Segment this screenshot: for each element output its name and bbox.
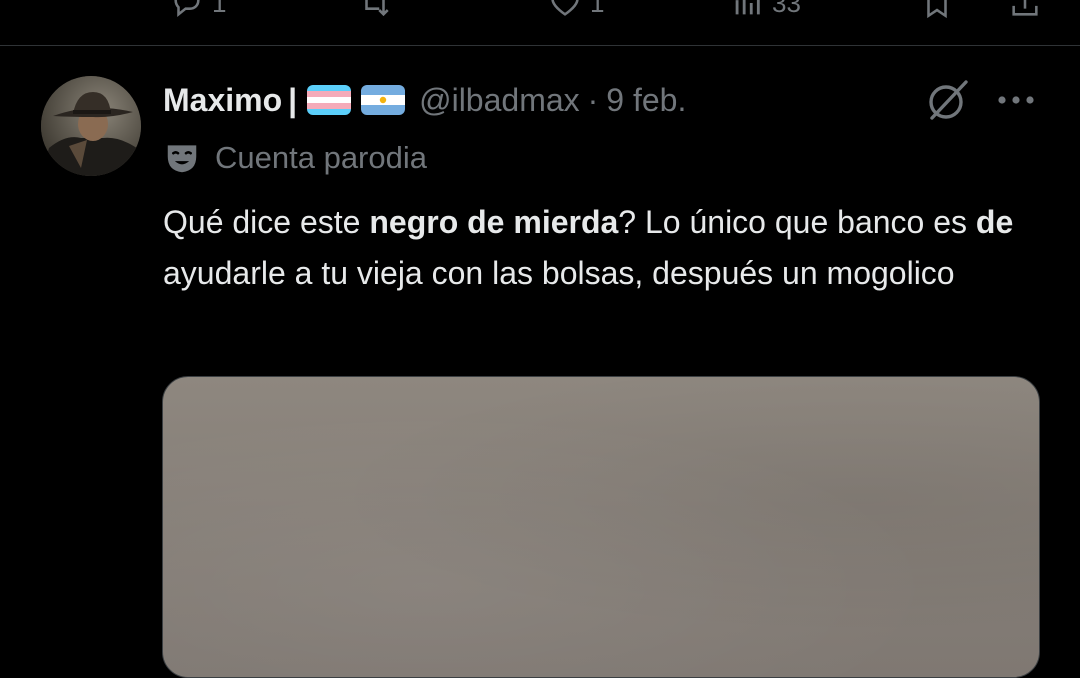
avatar[interactable] [41, 76, 141, 176]
bookmark-icon [927, 0, 947, 19]
tweet-text-segment: Qué dice este [163, 204, 370, 240]
tweet-text: Qué dice este negro de mierda? Lo único … [163, 197, 1043, 299]
argentina-flag-icon [361, 85, 406, 115]
previous-tweet-actions: 1 1 33 [0, 0, 1080, 46]
tweet-text-segment: ayudarle a tu vieja con las bolsas, desp… [163, 255, 955, 291]
display-name[interactable]: Maximo [163, 82, 282, 119]
tweet-text-bold-segment: negro de mierda [369, 204, 619, 240]
heart-icon [551, 0, 579, 16]
grok-icon[interactable] [924, 76, 972, 124]
repost-action[interactable] [358, 0, 392, 20]
avatar-image [41, 76, 141, 176]
more-options-icon[interactable] [994, 86, 1038, 114]
repost-icon [365, 0, 389, 17]
share-action[interactable] [1008, 0, 1042, 20]
tweet-date[interactable]: 9 feb. [606, 82, 686, 119]
views-count: 33 [772, 0, 801, 18]
tweet-divider [0, 45, 1080, 46]
media-image [163, 377, 1039, 677]
user-handle[interactable]: @ilbadmax [419, 82, 580, 119]
name-separator: | [288, 81, 298, 118]
tweet-media[interactable] [162, 376, 1040, 678]
tweet-text-bold-segment: de [975, 204, 1014, 240]
share-icon [1012, 0, 1038, 16]
like-count: 1 [590, 0, 605, 18]
transgender-flag-icon [307, 85, 352, 115]
like-action[interactable]: 1 [548, 0, 604, 20]
reply-icon [174, 0, 200, 17]
parody-account-label: Cuenta parodia [163, 139, 427, 177]
header-dot: · [587, 81, 599, 118]
tweet-text-segment: ? Lo único que banco es [618, 204, 976, 240]
views-icon [735, 0, 760, 15]
reply-action[interactable]: 1 [170, 0, 226, 20]
tweet-header: Maximo | @ilbadmax · 9 feb. [163, 78, 686, 122]
bookmark-action[interactable] [920, 0, 954, 20]
theater-mask-icon [167, 145, 197, 173]
parody-label-text: Cuenta parodia [215, 140, 427, 175]
reply-count: 1 [212, 0, 227, 18]
views-action[interactable]: 33 [730, 0, 801, 20]
